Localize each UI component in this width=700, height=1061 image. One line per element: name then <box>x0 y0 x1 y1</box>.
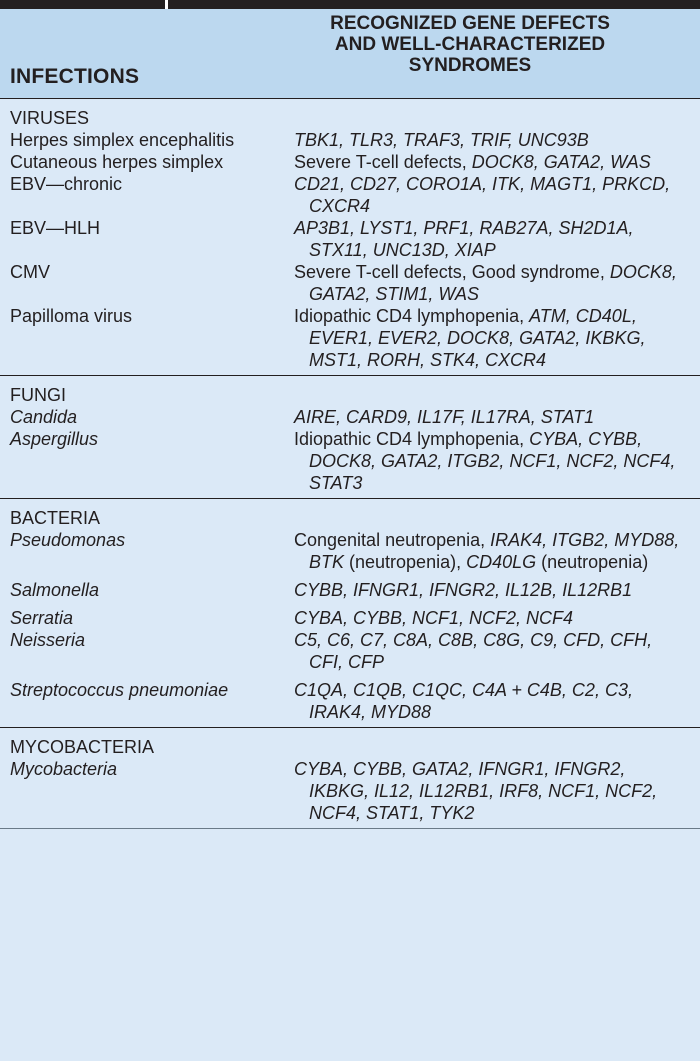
infection-name: Aspergillus <box>10 429 99 449</box>
defect-note: (neutropenia), <box>344 552 467 572</box>
table-row: Papilloma virus Idiopathic CD4 lymphopen… <box>0 305 700 371</box>
table-row: CMV Severe T-cell defects, Good syndrome… <box>0 261 700 305</box>
table-row: Cutaneous herpes simplex Severe T-cell d… <box>0 151 700 173</box>
header-gene-defects-line: SYNDROMES <box>408 55 532 76</box>
infection-name: EBV—chronic <box>10 174 123 194</box>
infection-name: Streptococcus pneumoniae <box>10 680 229 700</box>
gene-defects: CYBA, CYBB, NCF1, NCF2, NCF4 <box>294 608 574 628</box>
infection-name: EBV—HLH <box>10 218 101 238</box>
section-title: VIRUSES <box>10 108 90 128</box>
table-row: Aspergillus Idiopathic CD4 lymphopenia, … <box>0 428 700 494</box>
gene-defects: CYBB, IFNGR1, IFNGR2, IL12B, IL12RB1 <box>294 580 633 600</box>
gene-defects: CD21, CD27, CORO1A, ITK, MAGT1, PRKCD, C… <box>294 174 671 216</box>
table-header: INFECTIONS RECOGNIZED GENE DEFECTS AND W… <box>0 9 700 99</box>
header-infections: INFECTIONS <box>10 65 140 88</box>
infection-name: Pseudomonas <box>10 530 126 550</box>
infection-name: CMV <box>10 262 50 282</box>
top-rule-gap <box>165 0 168 9</box>
infection-name: Papilloma virus <box>10 306 133 326</box>
gene-defects: AIRE, CARD9, IL17F, IL17RA, STAT1 <box>294 407 595 427</box>
defect-syndromes: Severe T-cell defects, <box>294 152 472 172</box>
table-row: Pseudomonas Congenital neutropenia, IRAK… <box>0 529 700 573</box>
section-title: MYCOBACTERIA <box>10 737 155 757</box>
defect-syndromes: Severe T-cell defects, Good syndrome, <box>294 262 610 282</box>
gene-defects: AP3B1, LYST1, PRF1, RAB27A, SH2D1A, STX1… <box>294 218 634 260</box>
section-bacteria: BACTERIA Pseudomonas Congenital neutrope… <box>0 499 700 728</box>
infection-name: Serratia <box>10 608 74 628</box>
table-row: EBV—HLH AP3B1, LYST1, PRF1, RAB27A, SH2D… <box>0 217 700 261</box>
gene-defects: C1QA, C1QB, C1QC, C4A + C4B, C2, C3, IRA… <box>294 680 633 722</box>
section-mycobacteria: MYCOBACTERIA Mycobacteria CYBA, CYBB, GA… <box>0 728 700 829</box>
table-row: Salmonella CYBB, IFNGR1, IFNGR2, IL12B, … <box>0 579 700 601</box>
infection-name: Neisseria <box>10 630 86 650</box>
defect-syndromes: Idiopathic CD4 lymphopenia, <box>294 306 530 326</box>
defect-syndromes: Congenital neutropenia, <box>294 530 491 550</box>
gene-defects: TBK1, TLR3, TRAF3, TRIF, UNC93B <box>294 130 589 150</box>
header-gene-defects: RECOGNIZED GENE DEFECTS AND WELL-CHARACT… <box>320 13 620 76</box>
table-row: Candida AIRE, CARD9, IL17F, IL17RA, STAT… <box>0 406 700 428</box>
gene-defects: C5, C6, C7, C8A, C8B, C8G, C9, CFD, CFH,… <box>294 630 653 672</box>
infection-name: Cutaneous herpes simplex <box>10 152 224 172</box>
table-row: Serratia CYBA, CYBB, NCF1, NCF2, NCF4 <box>0 607 700 629</box>
table-body: VIRUSES Herpes simplex encephalitis TBK1… <box>0 99 700 829</box>
infection-name: Herpes simplex encephalitis <box>10 130 235 150</box>
section-title: BACTERIA <box>10 508 101 528</box>
table-row: Mycobacteria CYBA, CYBB, GATA2, IFNGR1, … <box>0 758 700 824</box>
header-gene-defects-line: RECOGNIZED GENE DEFECTS <box>330 13 610 34</box>
gene-defects: CD40LG <box>466 552 537 572</box>
table-row: Streptococcus pneumoniae C1QA, C1QB, C1Q… <box>0 679 700 723</box>
table-row: Neisseria C5, C6, C7, C8A, C8B, C8G, C9,… <box>0 629 700 673</box>
section-title: FUNGI <box>10 385 66 405</box>
gene-defects: DOCK8, GATA2, WAS <box>471 152 651 172</box>
defect-note: (neutropenia) <box>536 552 649 572</box>
section-fungi: FUNGI Candida AIRE, CARD9, IL17F, IL17RA… <box>0 376 700 499</box>
gene-defects: CYBA, CYBB, GATA2, IFNGR1, IFNGR2, IKBKG… <box>294 759 658 823</box>
infection-name: Mycobacteria <box>10 759 118 779</box>
table-row: Herpes simplex encephalitis TBK1, TLR3, … <box>0 129 700 151</box>
table-row: EBV—chronic CD21, CD27, CORO1A, ITK, MAG… <box>0 173 700 217</box>
section-viruses: VIRUSES Herpes simplex encephalitis TBK1… <box>0 99 700 376</box>
defect-syndromes: Idiopathic CD4 lymphopenia, <box>294 429 530 449</box>
infection-name: Salmonella <box>10 580 100 600</box>
top-rule <box>0 0 700 9</box>
header-gene-defects-line: AND WELL-CHARACTERIZED <box>334 34 606 55</box>
infection-name: Candida <box>10 407 78 427</box>
